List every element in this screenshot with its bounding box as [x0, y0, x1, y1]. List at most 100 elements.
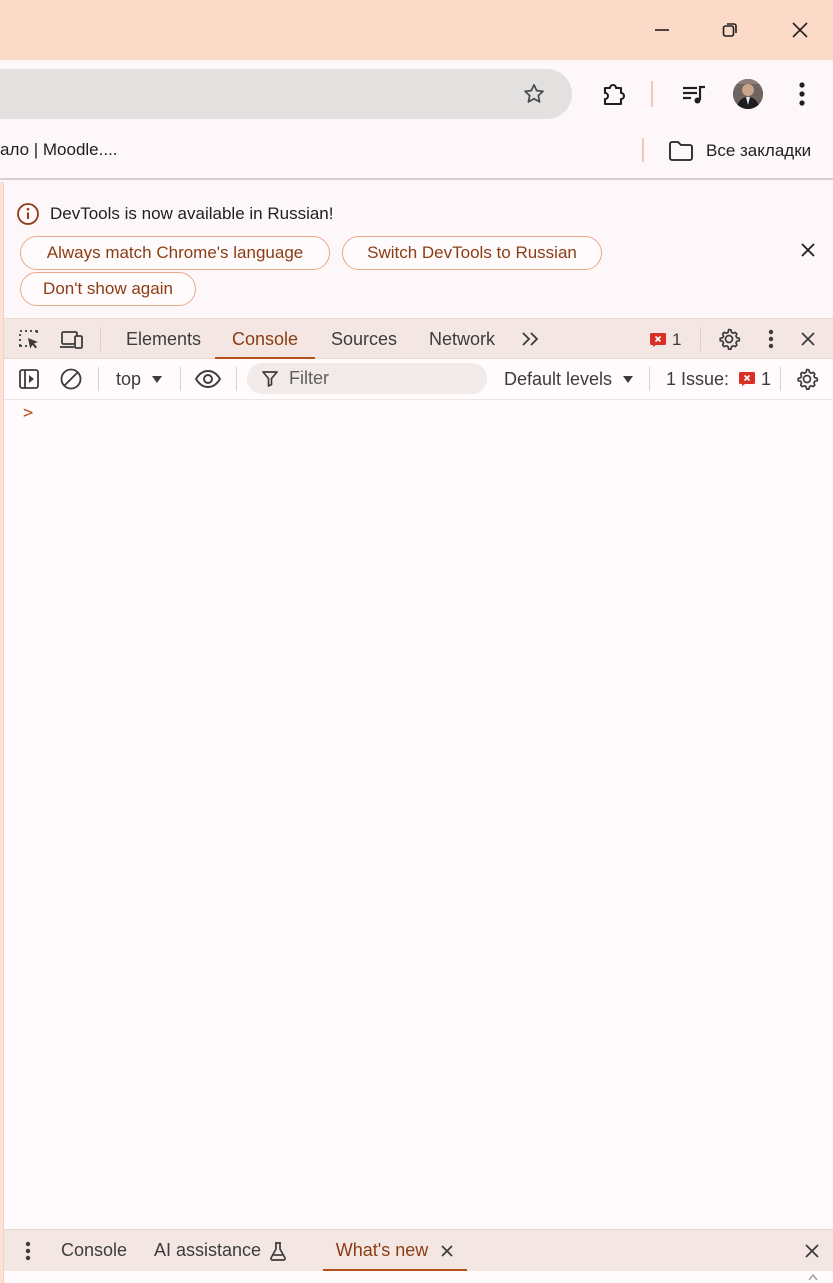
- console-toolbar: top Filter Default levels 1 Issue: 1: [4, 359, 833, 400]
- dont-show-again-button[interactable]: Don't show again: [20, 272, 196, 306]
- close-drawer-button[interactable]: [797, 1236, 827, 1266]
- device-mode-icon: [60, 331, 83, 349]
- more-vertical-icon: [799, 82, 805, 106]
- drawer-menu-button[interactable]: [18, 1236, 38, 1266]
- tab-console[interactable]: Console: [215, 319, 315, 360]
- dropdown-arrow-icon: [152, 376, 163, 383]
- chrome-menu-button[interactable]: [782, 74, 822, 114]
- toolbar-separator: [98, 367, 99, 391]
- error-count: 1: [672, 330, 682, 349]
- toolbar-separator: [236, 367, 237, 391]
- device-toolbar-button[interactable]: [56, 325, 86, 355]
- devtools-tabbar: Elements Console Sources Network 1: [4, 318, 833, 360]
- tab-network[interactable]: Network: [429, 319, 495, 359]
- all-bookmarks-button[interactable]: Все закладки: [668, 136, 811, 166]
- more-vertical-icon: [768, 329, 774, 349]
- restore-icon: [722, 23, 737, 37]
- clear-console-button[interactable]: [56, 364, 86, 394]
- bookmarks-separator: [642, 138, 644, 162]
- tab-sources[interactable]: Sources: [331, 319, 397, 359]
- close-icon[interactable]: [440, 1244, 454, 1258]
- language-infobar: DevTools is now available in Russian! Al…: [4, 182, 833, 318]
- context-value: top: [116, 368, 142, 389]
- drawer-content: [4, 1271, 833, 1283]
- sidebar-toggle-icon: [19, 369, 39, 389]
- info-icon: [17, 203, 39, 225]
- always-match-language-button[interactable]: Always match Chrome's language: [20, 236, 330, 270]
- error-counter[interactable]: 1: [650, 328, 681, 352]
- devtools-settings-button[interactable]: [714, 324, 744, 354]
- avatar-icon: [733, 79, 763, 109]
- eye-icon: [194, 370, 222, 388]
- toggle-sidebar-button[interactable]: [14, 364, 44, 394]
- block-icon: [60, 368, 82, 390]
- log-levels-dropdown[interactable]: Default levels: [504, 367, 634, 391]
- close-icon: [801, 332, 815, 346]
- issues-counter[interactable]: 1 Issue: 1: [666, 367, 771, 391]
- live-expression-button[interactable]: [192, 364, 224, 394]
- playlist-music-icon: [683, 85, 705, 104]
- dropdown-arrow-icon: [623, 376, 634, 383]
- puzzle-icon: [603, 84, 625, 106]
- folder-icon: [669, 141, 693, 161]
- log-levels-value: Default levels: [504, 368, 613, 389]
- gear-icon: [719, 328, 741, 350]
- issues-count: 1: [761, 368, 772, 389]
- close-icon: [792, 22, 808, 38]
- toolbar-separator: [780, 367, 781, 391]
- chevron-up-icon: [808, 1273, 818, 1281]
- close-icon: [805, 1244, 819, 1258]
- close-window-button[interactable]: [770, 0, 830, 60]
- error-badge-icon: [739, 372, 756, 386]
- more-tabs-button[interactable]: [517, 325, 543, 353]
- tabbar-separator: [100, 327, 101, 351]
- inspect-cursor-icon: [19, 330, 38, 349]
- filter-icon: [262, 371, 278, 387]
- drawer-tab-console[interactable]: Console: [61, 1230, 127, 1271]
- error-badge-icon: [650, 333, 666, 347]
- toolbar-separator: [180, 367, 181, 391]
- extensions-button[interactable]: [593, 74, 635, 114]
- tabbar-separator: [700, 327, 701, 351]
- whats-new-label: What's new: [335, 1240, 429, 1260]
- close-icon: [801, 243, 815, 257]
- profile-avatar[interactable]: [733, 79, 763, 109]
- devtools-menu-button[interactable]: [756, 324, 786, 354]
- inspect-element-button[interactable]: [14, 325, 44, 355]
- ai-assistance-label: AI assistance: [154, 1240, 262, 1260]
- flask-icon: [270, 1241, 286, 1261]
- console-filter-input[interactable]: Filter: [247, 363, 487, 394]
- tab-elements[interactable]: Elements: [126, 319, 201, 359]
- drawer-tab-ai-assistance[interactable]: AI assistance: [154, 1230, 287, 1271]
- bookmarks-bar: ало | Moodle.... Все закладки: [0, 128, 833, 180]
- more-vertical-icon: [25, 1241, 31, 1261]
- console-settings-button[interactable]: [792, 364, 822, 394]
- switch-to-russian-button[interactable]: Switch DevTools to Russian: [342, 236, 602, 270]
- drawer-tab-whats-new[interactable]: What's new: [323, 1230, 467, 1272]
- gear-icon: [797, 368, 819, 390]
- console-output[interactable]: >: [4, 401, 833, 1229]
- devtools-drawer-tabbar: Console AI assistance What's new: [4, 1229, 833, 1272]
- restore-button[interactable]: [700, 0, 760, 60]
- star-icon: [524, 83, 544, 103]
- devtools-panel: DevTools is now available in Russian! Al…: [3, 182, 833, 1283]
- chevron-double-right-icon: [522, 332, 539, 346]
- bookmark-item-moodle[interactable]: ало | Moodle....: [0, 140, 118, 160]
- issues-label: 1 Issue:: [666, 368, 730, 389]
- all-bookmarks-label: Все закладки: [706, 141, 812, 160]
- close-devtools-button[interactable]: [793, 324, 823, 354]
- media-controls-button[interactable]: [674, 74, 714, 114]
- context-selector[interactable]: top: [116, 367, 163, 391]
- browser-toolbar: [0, 60, 833, 128]
- toolbar-separator: [651, 81, 653, 107]
- close-infobar-button[interactable]: [793, 235, 823, 265]
- address-bar[interactable]: [0, 69, 572, 119]
- window-titlebar: [0, 0, 833, 60]
- minimize-icon: [655, 29, 669, 31]
- filter-placeholder: Filter: [289, 368, 329, 388]
- toolbar-separator: [649, 367, 650, 391]
- minimize-button[interactable]: [632, 0, 692, 60]
- infobar-message: DevTools is now available in Russian!: [50, 204, 334, 223]
- bookmark-star-button[interactable]: [514, 74, 554, 114]
- console-prompt: >: [23, 403, 34, 423]
